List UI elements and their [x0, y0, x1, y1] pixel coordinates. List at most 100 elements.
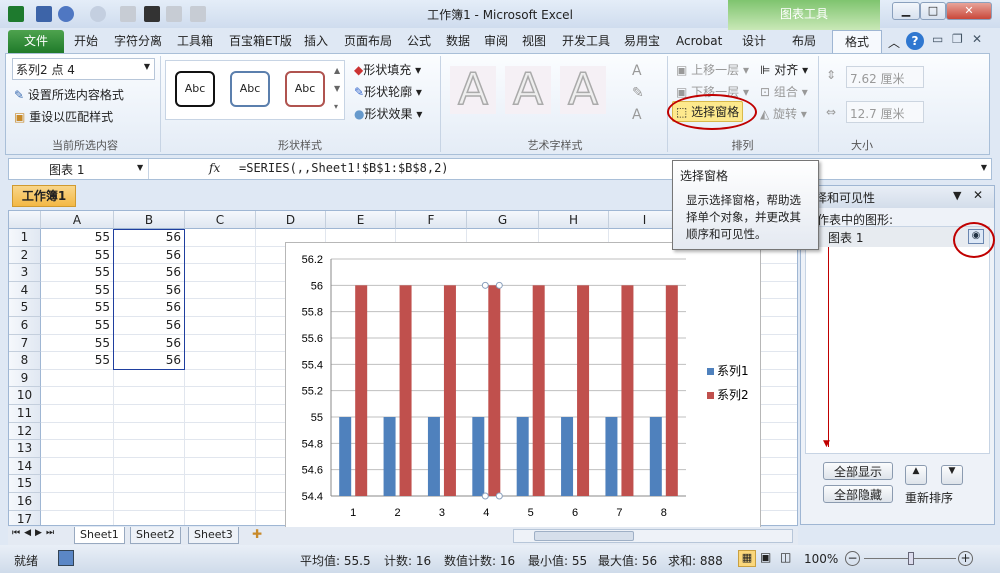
minimize-button[interactable]: ▁ — [892, 2, 920, 20]
pane-menu-icon[interactable]: ▼ — [953, 189, 961, 202]
column-header-F[interactable]: F — [396, 211, 467, 229]
bar-series1-2[interactable] — [383, 417, 396, 496]
cell-A2[interactable]: 55 — [41, 247, 110, 264]
move-down-button[interactable]: ▼ — [941, 465, 963, 485]
bar-series2-8[interactable] — [665, 285, 678, 496]
row-header-11[interactable]: 11 — [9, 405, 41, 423]
hide-all-button[interactable]: 全部隐藏 — [823, 485, 893, 503]
wordart-style-3[interactable]: A — [560, 65, 606, 114]
row-header-16[interactable]: 16 — [9, 493, 41, 511]
row-header-14[interactable]: 14 — [9, 457, 41, 476]
name-box[interactable]: 图表 1 ▼ — [9, 159, 149, 179]
tab-acrobat[interactable]: Acrobat — [672, 30, 726, 53]
pane-close-icon[interactable]: ✕ — [973, 188, 983, 202]
zoom-slider-thumb[interactable] — [908, 552, 914, 565]
row-header-10[interactable]: 10 — [9, 387, 41, 405]
column-header-E[interactable]: E — [326, 211, 396, 229]
sheet-tab-2[interactable]: Sheet2 — [130, 527, 181, 544]
tab-toolbox[interactable]: 工具箱 — [173, 30, 217, 53]
tab-layout[interactable]: 布局 — [788, 30, 820, 53]
zoom-out-button[interactable]: − — [845, 551, 860, 566]
tab-data[interactable]: 数据 — [442, 30, 474, 53]
workbook-tab[interactable]: 工作簿1 — [12, 185, 76, 207]
move-up-button[interactable]: ▲ — [905, 465, 927, 485]
bar-series1-3[interactable] — [427, 417, 440, 496]
minimize-ribbon-icon[interactable]: ︿ — [888, 34, 900, 51]
bar-series2-1[interactable] — [355, 285, 368, 496]
shape-style-black[interactable]: Abc — [175, 71, 215, 107]
row-header-3[interactable]: 3 — [9, 264, 41, 282]
tab-yiyongbao[interactable]: 易用宝 — [620, 30, 664, 53]
row-header-2[interactable]: 2 — [9, 246, 41, 265]
expand-formula-icon[interactable]: ▼ — [981, 163, 987, 172]
close-button[interactable]: ✕ — [946, 2, 992, 20]
cell-A4[interactable]: 55 — [41, 282, 110, 299]
gallery-scroll[interactable]: ▲ ▼ ▾ — [334, 62, 340, 116]
page-layout-view-icon[interactable]: ▣ — [760, 550, 771, 564]
tab-review[interactable]: 审阅 — [480, 30, 512, 53]
doc-minimize-icon[interactable]: ▭ — [932, 32, 943, 46]
tab-design[interactable]: 设计 — [738, 30, 770, 53]
chart-svg[interactable]: 54.454.654.85555.255.455.655.85656.21 2 3 4… — [286, 243, 762, 531]
normal-view-icon[interactable]: ▦ — [738, 550, 756, 567]
row-header-8[interactable]: 8 — [9, 352, 41, 370]
bar-series2-7[interactable] — [621, 285, 634, 496]
maximize-button[interactable]: □ — [920, 2, 946, 20]
tab-page-layout[interactable]: 页面布局 — [340, 30, 396, 53]
text-fill-icon[interactable]: A ✎ A — [632, 60, 644, 126]
tab-insert[interactable]: 插入 — [300, 30, 332, 53]
tab-file[interactable]: 文件 — [8, 30, 64, 53]
row-header-15[interactable]: 15 — [9, 475, 41, 493]
insert-sheet-icon[interactable]: ✚ — [252, 527, 262, 541]
column-header-C[interactable]: C — [185, 211, 256, 229]
doc-restore-icon[interactable]: ❐ — [952, 32, 963, 46]
column-header-A[interactable]: A — [41, 211, 114, 229]
tab-home[interactable]: 开始 — [70, 30, 102, 53]
rotate-button[interactable]: ◭ 旋转 ▾ — [760, 105, 807, 122]
wordart-style-2[interactable]: A — [505, 65, 551, 114]
row-header-9[interactable]: 9 — [9, 369, 41, 388]
shape-style-red[interactable]: Abc — [285, 71, 325, 107]
bar-series2-5[interactable] — [532, 285, 545, 496]
doc-close-icon[interactable]: ✕ — [972, 32, 982, 46]
shape-style-blue[interactable]: Abc — [230, 71, 270, 107]
bar-series1-7[interactable] — [605, 417, 618, 496]
width-input[interactable]: 12.7 厘米 — [846, 101, 924, 123]
cell-A7[interactable]: 55 — [41, 335, 110, 352]
height-input[interactable]: 7.62 厘米 — [846, 66, 924, 88]
column-header-H[interactable]: H — [539, 211, 609, 229]
cell-A5[interactable]: 55 — [41, 299, 110, 316]
cell-A8[interactable]: 55 — [41, 352, 110, 369]
group-button[interactable]: ⊡ 组合 ▾ — [760, 83, 808, 100]
column-header-D[interactable]: D — [256, 211, 326, 229]
column-header-G[interactable]: G — [467, 211, 539, 229]
shape-effects-button[interactable]: ●形状效果 ▾ — [354, 105, 422, 122]
row-header-12[interactable]: 12 — [9, 422, 41, 441]
row-header-4[interactable]: 4 — [9, 281, 41, 300]
bar-series1-4[interactable] — [472, 417, 485, 496]
chart-element-dropdown[interactable]: 系列2 点 4 ▼ — [12, 58, 155, 80]
shape-fill-button[interactable]: ◆形状填充 ▾ — [354, 61, 421, 78]
zoom-level[interactable]: 100% — [804, 552, 838, 566]
column-header-B[interactable]: B — [114, 211, 185, 229]
help-icon[interactable]: ? — [906, 32, 924, 50]
page-break-view-icon[interactable]: ◫ — [780, 550, 791, 564]
tab-formulas[interactable]: 公式 — [403, 30, 435, 53]
row-header-5[interactable]: 5 — [9, 299, 41, 317]
shape-outline-button[interactable]: ✎形状轮廓 ▾ — [354, 83, 422, 100]
sheet-nav-buttons[interactable]: ⏮◀▶⏭ — [12, 528, 58, 538]
bar-series2-2[interactable] — [399, 285, 412, 496]
bar-series1-5[interactable] — [516, 417, 529, 496]
formula-input[interactable]: =SERIES(,,Sheet1!$B$1:$B$8,2) — [239, 161, 449, 175]
format-selection-button[interactable]: ✎ 设置所选内容格式 — [14, 86, 124, 103]
zoom-in-button[interactable]: + — [958, 551, 973, 566]
bar-series1-8[interactable] — [649, 417, 662, 496]
reset-style-button[interactable]: ▣ 重设以匹配样式 — [14, 108, 113, 125]
macro-record-icon[interactable] — [58, 550, 74, 566]
horizontal-scrollbar[interactable] — [513, 529, 793, 543]
chart-area[interactable]: 54.4 54.6 54.8 55 55.2 55.4 55.6 55.8 56 56.2 1 2 3 4… — [285, 242, 761, 530]
cell-A6[interactable]: 55 — [41, 317, 110, 334]
row-header-6[interactable]: 6 — [9, 317, 41, 335]
tab-view[interactable]: 视图 — [518, 30, 550, 53]
row-header-17[interactable]: 17 — [9, 510, 41, 525]
